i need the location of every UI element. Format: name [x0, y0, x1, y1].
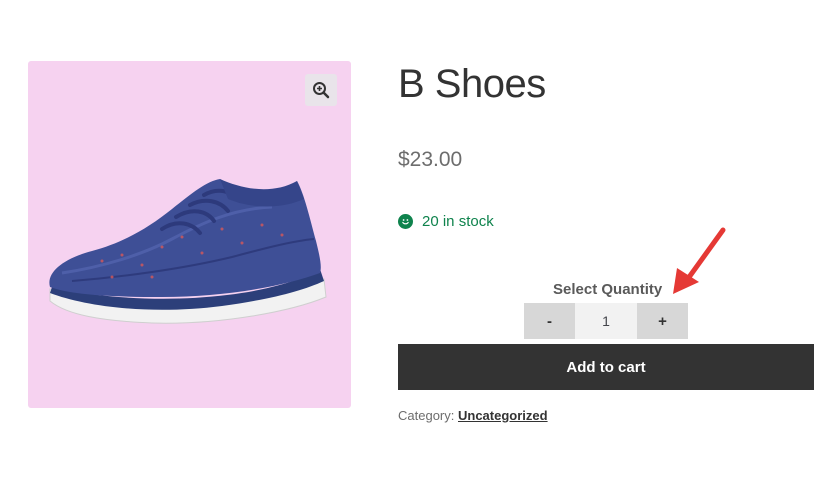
- zoom-button[interactable]: [305, 74, 337, 106]
- quantity-stepper: - +: [524, 303, 688, 339]
- product-price: $23.00: [398, 148, 463, 171]
- stock-status: 20 in stock: [398, 213, 494, 230]
- quantity-input[interactable]: [575, 303, 637, 339]
- add-to-cart-button[interactable]: Add to cart: [398, 344, 814, 390]
- zoom-in-icon: [313, 82, 330, 99]
- product-image[interactable]: [42, 169, 342, 369]
- product-meta: Category: Uncategorized: [398, 408, 548, 423]
- stock-text: 20 in stock: [422, 213, 494, 230]
- quantity-label: Select Quantity: [553, 281, 663, 298]
- quantity-minus-button[interactable]: -: [524, 303, 575, 339]
- product-title: B Shoes: [398, 62, 546, 106]
- category-label: Category:: [398, 408, 455, 423]
- product-gallery: [28, 61, 351, 408]
- quantity-plus-button[interactable]: +: [637, 303, 688, 339]
- category-link[interactable]: Uncategorized: [458, 408, 548, 423]
- red-arrow-icon: [673, 227, 726, 294]
- product-summary: B Shoes $23.00 20 in stock Select Quanti…: [398, 0, 818, 501]
- smiley-icon: [398, 214, 413, 229]
